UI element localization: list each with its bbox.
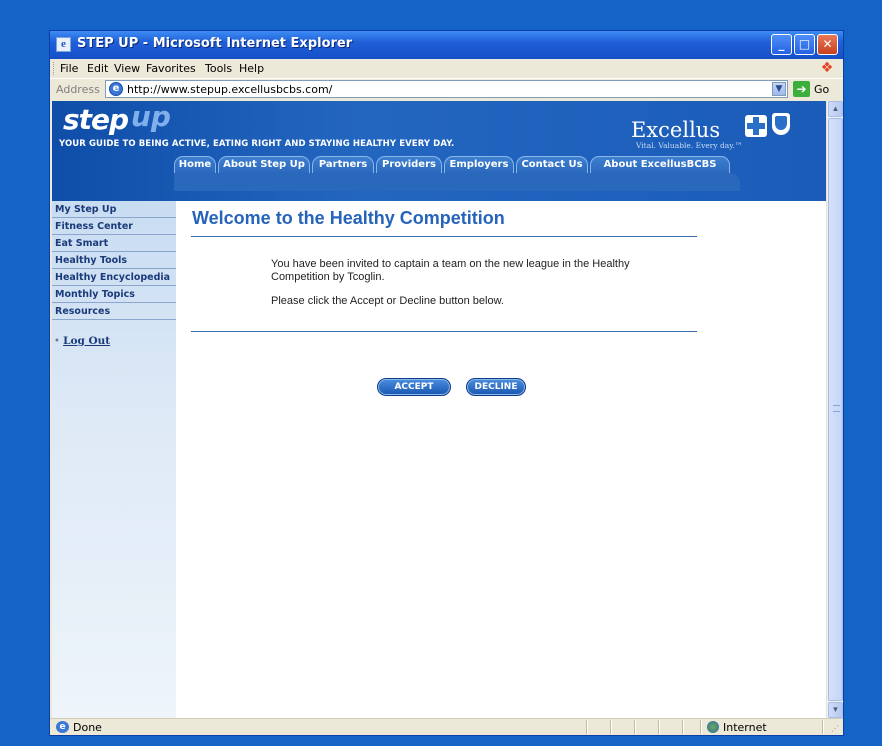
status-separator bbox=[586, 720, 588, 734]
scroll-grip bbox=[833, 405, 840, 412]
toolbar-grip[interactable] bbox=[53, 62, 55, 75]
logout-link[interactable]: Log Out bbox=[63, 335, 110, 347]
status-separator bbox=[822, 720, 824, 734]
scroll-thumb[interactable] bbox=[828, 118, 843, 701]
dropdown-icon: ▼ bbox=[775, 84, 783, 94]
address-label: Address bbox=[56, 83, 100, 96]
scroll-down-icon: ▼ bbox=[831, 705, 840, 714]
close-icon: ✕ bbox=[822, 37, 833, 51]
blue-cross-icon bbox=[745, 115, 767, 137]
site-tagline: YOUR GUIDE TO BEING ACTIVE, EATING RIGHT… bbox=[59, 139, 455, 149]
tab-providers[interactable]: Providers bbox=[376, 156, 442, 173]
tab-employers[interactable]: Employers bbox=[444, 156, 514, 173]
sidebar-item-healthy-tools[interactable]: Healthy Tools bbox=[52, 252, 176, 269]
address-dropdown-button[interactable]: ▼ bbox=[772, 82, 786, 96]
menu-help[interactable]: Help bbox=[239, 62, 264, 75]
address-input[interactable]: e http://www.stepup.excellusbcbs.com/ ▼ bbox=[105, 80, 788, 98]
menu-edit[interactable]: Edit bbox=[87, 62, 108, 75]
maximize-button[interactable]: □ bbox=[794, 34, 815, 55]
sidebar-item-fitness-center[interactable]: Fitness Center bbox=[52, 218, 176, 235]
scroll-down-button[interactable]: ▼ bbox=[828, 702, 843, 718]
status-separator bbox=[700, 720, 702, 734]
address-url: http://www.stepup.excellusbcbs.com/ bbox=[127, 83, 333, 96]
blue-shield-icon bbox=[772, 113, 790, 135]
divider-top bbox=[191, 236, 697, 237]
status-separator bbox=[634, 720, 636, 734]
close-button[interactable]: ✕ bbox=[817, 34, 838, 55]
browser-window: e STEP UP - Microsoft Internet Explorer … bbox=[49, 30, 844, 736]
invite-message-line2: Competition by Tcoglin. bbox=[271, 271, 385, 283]
menu-view[interactable]: View bbox=[114, 62, 140, 75]
ie-icon: e bbox=[56, 37, 71, 52]
menu-tools[interactable]: Tools bbox=[205, 62, 232, 75]
page-viewport: step up YOUR GUIDE TO BEING ACTIVE, EATI… bbox=[52, 101, 826, 718]
sidebar-item-eat-smart[interactable]: Eat Smart bbox=[52, 235, 176, 252]
logo-step[interactable]: step bbox=[63, 103, 129, 136]
sidebar-item-healthy-encyclopedia[interactable]: Healthy Encyclopedia bbox=[52, 269, 176, 286]
instruction-text: Please click the Accept or Decline butto… bbox=[271, 295, 504, 307]
status-separator bbox=[610, 720, 612, 734]
windows-logo-icon: ❖ bbox=[820, 60, 834, 76]
tab-about-step-up[interactable]: About Step Up bbox=[218, 156, 310, 173]
menu-favorites[interactable]: Favorites bbox=[146, 62, 196, 75]
minimize-icon: _ bbox=[778, 37, 785, 51]
menu-bar: File Edit View Favorites Tools Help ❖ bbox=[50, 59, 843, 78]
logout-item: • Log Out bbox=[54, 335, 110, 347]
site-header: step up YOUR GUIDE TO BEING ACTIVE, EATI… bbox=[52, 101, 826, 201]
status-separator bbox=[682, 720, 684, 734]
nav-band bbox=[174, 173, 740, 191]
tab-home[interactable]: Home bbox=[174, 156, 216, 173]
go-button[interactable]: Go bbox=[814, 83, 829, 96]
security-zone: Internet bbox=[723, 721, 767, 734]
window-title: STEP UP - Microsoft Internet Explorer bbox=[77, 36, 353, 51]
excellus-logo[interactable]: Excellus bbox=[631, 118, 720, 142]
address-bar: Address e http://www.stepup.excellusbcbs… bbox=[50, 78, 843, 100]
sidebar: My Step Up Fitness Center Eat Smart Heal… bbox=[52, 201, 176, 718]
logo-up[interactable]: up bbox=[131, 101, 171, 133]
invite-message-line1: You have been invited to captain a team … bbox=[271, 258, 630, 270]
maximize-icon: □ bbox=[798, 37, 811, 51]
tab-partners[interactable]: Partners bbox=[312, 156, 374, 173]
sidebar-item-monthly-topics[interactable]: Monthly Topics bbox=[52, 286, 176, 303]
status-separator bbox=[658, 720, 660, 734]
title-bar[interactable]: e STEP UP - Microsoft Internet Explorer … bbox=[50, 31, 843, 59]
page-icon: e bbox=[109, 82, 123, 96]
sidebar-item-my-step-up[interactable]: My Step Up bbox=[52, 201, 176, 218]
divider-bottom bbox=[191, 331, 697, 332]
bullet-icon: • bbox=[54, 336, 60, 347]
tab-contact-us[interactable]: Contact Us bbox=[516, 156, 588, 173]
minimize-button[interactable]: _ bbox=[771, 34, 792, 55]
scroll-up-icon: ▲ bbox=[831, 104, 840, 113]
go-arrow-icon[interactable]: ➔ bbox=[793, 81, 810, 97]
tab-about-excellusbcbs[interactable]: About ExcellusBCBS bbox=[590, 156, 730, 173]
status-bar: e Done Internet ⋰ bbox=[50, 718, 843, 735]
page-status-icon: e bbox=[56, 721, 69, 733]
brand-tagline: Vital. Valuable. Every day.™ bbox=[636, 141, 743, 150]
sidebar-item-resources[interactable]: Resources bbox=[52, 303, 176, 320]
internet-zone-icon bbox=[707, 721, 719, 733]
status-text: Done bbox=[73, 721, 102, 734]
menu-file[interactable]: File bbox=[60, 62, 78, 75]
accept-button[interactable]: ACCEPT bbox=[377, 378, 451, 396]
decline-button[interactable]: DECLINE bbox=[466, 378, 526, 396]
page-title: Welcome to the Healthy Competition bbox=[192, 208, 505, 228]
scroll-up-button[interactable]: ▲ bbox=[828, 101, 843, 117]
vertical-scrollbar[interactable]: ▲ ▼ bbox=[826, 101, 843, 718]
resize-grip-icon[interactable]: ⋰ bbox=[831, 724, 841, 734]
